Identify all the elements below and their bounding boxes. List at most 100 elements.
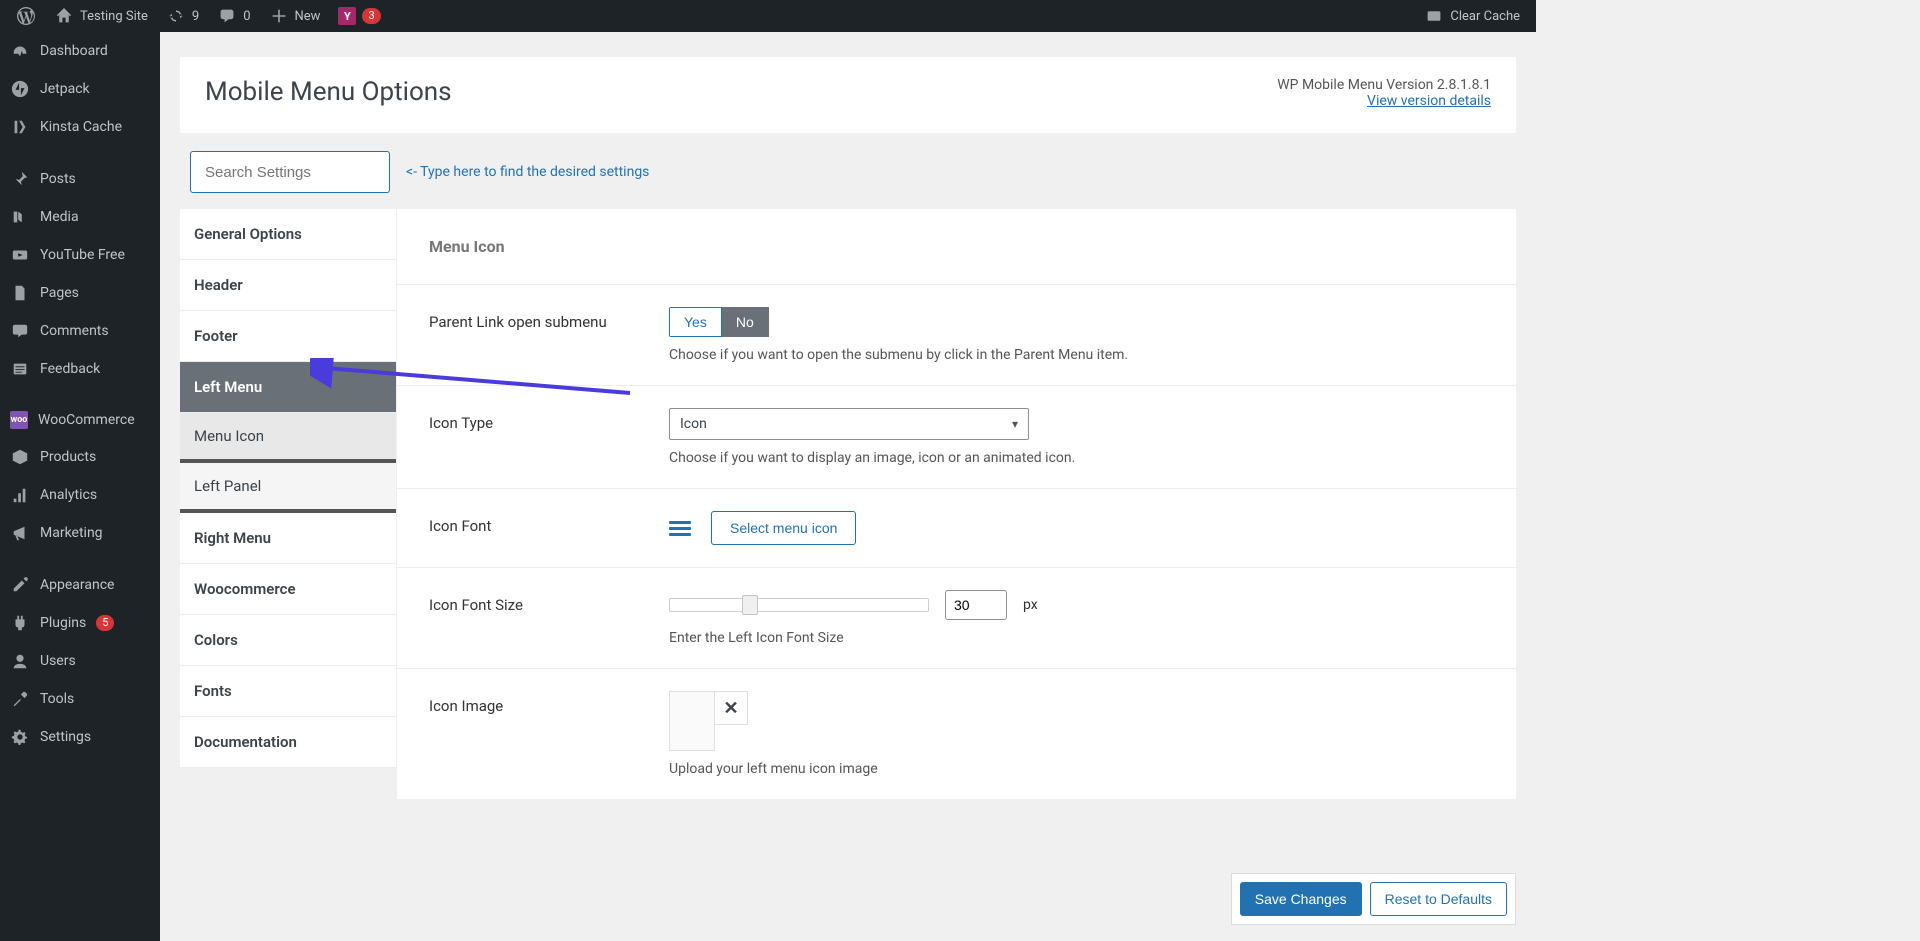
sidebar-item-dashboard[interactable]: Dashboard — [0, 32, 160, 70]
sidebar-item-label: Users — [40, 653, 76, 669]
field-icon-font-size: Icon Font Size px Enter the Left Icon Fo… — [397, 568, 1516, 669]
field-desc: Choose if you want to display an image, … — [669, 450, 1484, 466]
tab-woocommerce[interactable]: Woocommerce — [180, 564, 396, 615]
woo-icon: woo — [10, 411, 28, 429]
unit-label: px — [1023, 597, 1038, 613]
users-icon — [10, 651, 30, 671]
tab-fonts[interactable]: Fonts — [180, 666, 396, 717]
menu-separator — [0, 552, 160, 566]
settings-icon — [10, 727, 30, 747]
tab-header[interactable]: Header — [180, 260, 396, 311]
feedback-icon — [10, 359, 30, 379]
search-hint: <- Type here to find the desired setting… — [406, 164, 649, 180]
font-size-input[interactable] — [945, 590, 1007, 620]
tab-general[interactable]: General Options — [180, 209, 396, 260]
sidebar-item-analytics[interactable]: Analytics — [0, 476, 160, 514]
main-content: Mobile Menu Options WP Mobile Menu Versi… — [160, 32, 1536, 941]
search-input[interactable] — [190, 151, 390, 193]
field-icon-type: Icon Type Icon Choose if you want to dis… — [397, 386, 1516, 489]
site-name-link[interactable]: Testing Site — [46, 0, 156, 32]
updates-link[interactable]: 9 — [158, 0, 207, 32]
tab-footer[interactable]: Footer — [180, 311, 396, 362]
updates-count: 9 — [192, 9, 199, 24]
tab-right-menu[interactable]: Right Menu — [180, 513, 396, 564]
sidebar-item-label: Kinsta Cache — [40, 119, 122, 135]
settings-panel: Menu Icon Parent Link open submenu Yes N… — [396, 209, 1516, 799]
sidebar-item-pages[interactable]: Pages — [0, 274, 160, 312]
sidebar-item-products[interactable]: Products — [0, 438, 160, 476]
subtab-left-panel[interactable]: Left Panel — [180, 463, 396, 513]
sidebar-item-woocommerce[interactable]: woo WooCommerce — [0, 402, 160, 438]
comments-count: 0 — [243, 9, 250, 24]
clear-cache-link[interactable]: Clear Cache — [1416, 0, 1528, 32]
sidebar-item-label: Dashboard — [40, 43, 108, 59]
yes-button[interactable]: Yes — [669, 307, 722, 337]
hamburger-icon — [669, 521, 691, 536]
sidebar-item-comments[interactable]: Comments — [0, 312, 160, 350]
comments-link[interactable]: 0 — [209, 0, 258, 32]
sidebar-item-label: Feedback — [40, 361, 100, 377]
slider-handle[interactable] — [742, 595, 758, 615]
sidebar-item-label: Media — [40, 209, 79, 225]
products-icon — [10, 447, 30, 467]
icon-type-select[interactable]: Icon — [669, 408, 1029, 440]
reset-button[interactable]: Reset to Defaults — [1370, 882, 1507, 916]
image-upload-box[interactable] — [669, 691, 715, 751]
field-desc: Upload your left menu icon image — [669, 761, 1484, 777]
sidebar-item-label: Settings — [40, 729, 91, 745]
new-link[interactable]: New — [261, 0, 329, 32]
youtube-icon — [10, 245, 30, 265]
yoast-link[interactable]: Y 3 — [330, 0, 388, 32]
sidebar-item-label: Jetpack — [40, 81, 90, 97]
menu-separator — [0, 388, 160, 402]
sidebar-item-plugins[interactable]: Plugins 5 — [0, 604, 160, 642]
sidebar-item-jetpack[interactable]: Jetpack — [0, 70, 160, 108]
menu-separator — [0, 146, 160, 160]
save-button[interactable]: Save Changes — [1240, 882, 1362, 916]
no-button[interactable]: No — [722, 307, 769, 337]
version-link[interactable]: View version details — [1367, 93, 1491, 109]
field-icon-image: Icon Image ✕ Upload your left menu icon … — [397, 669, 1516, 799]
tab-documentation[interactable]: Documentation — [180, 717, 396, 768]
wp-logo[interactable] — [8, 0, 44, 32]
sidebar-item-media[interactable]: Media — [0, 198, 160, 236]
field-desc: Enter the Left Icon Font Size — [669, 630, 1484, 646]
select-value: Icon — [680, 416, 707, 432]
admin-bar: Testing Site 9 0 New Y — [0, 0, 1536, 32]
pin-icon — [10, 169, 30, 189]
clear-image-button[interactable]: ✕ — [714, 691, 748, 725]
sidebar-item-tools[interactable]: Tools — [0, 680, 160, 718]
sidebar-item-marketing[interactable]: Marketing — [0, 514, 160, 552]
marketing-icon — [10, 523, 30, 543]
font-size-slider[interactable] — [669, 598, 929, 612]
subtab-menu-icon[interactable]: Menu Icon — [180, 413, 396, 463]
sidebar-item-users[interactable]: Users — [0, 642, 160, 680]
tab-left-menu[interactable]: Left Menu — [180, 362, 396, 413]
clear-cache-label: Clear Cache — [1450, 9, 1520, 24]
field-parent-link: Parent Link open submenu Yes No Choose i… — [397, 285, 1516, 386]
new-label: New — [295, 9, 321, 24]
sidebar-item-label: Comments — [40, 323, 109, 339]
site-name-label: Testing Site — [80, 9, 148, 24]
sidebar-item-label: Tools — [40, 691, 74, 707]
sidebar-item-kinsta-cache[interactable]: Kinsta Cache — [0, 108, 160, 146]
sidebar-item-label: Pages — [40, 285, 79, 301]
sidebar-item-appearance[interactable]: Appearance — [0, 566, 160, 604]
sidebar-item-feedback[interactable]: Feedback — [0, 350, 160, 388]
update-icon — [166, 6, 186, 26]
home-icon — [54, 6, 74, 26]
yoast-count: 3 — [362, 8, 380, 24]
plugins-icon — [10, 613, 30, 633]
page-header: Mobile Menu Options WP Mobile Menu Versi… — [180, 57, 1516, 133]
admin-sidebar: Dashboard Jetpack Kinsta Cache Posts Med… — [0, 32, 160, 941]
sidebar-item-youtube[interactable]: YouTube Free — [0, 236, 160, 274]
plugins-badge: 5 — [96, 615, 114, 631]
sidebar-item-label: Appearance — [40, 577, 114, 593]
sidebar-item-posts[interactable]: Posts — [0, 160, 160, 198]
sidebar-item-settings[interactable]: Settings — [0, 718, 160, 756]
field-label: Icon Font — [429, 511, 669, 535]
select-icon-button[interactable]: Select menu icon — [711, 511, 856, 545]
sidebar-item-label: Plugins — [40, 615, 86, 631]
comment-icon — [217, 6, 237, 26]
tab-colors[interactable]: Colors — [180, 615, 396, 666]
